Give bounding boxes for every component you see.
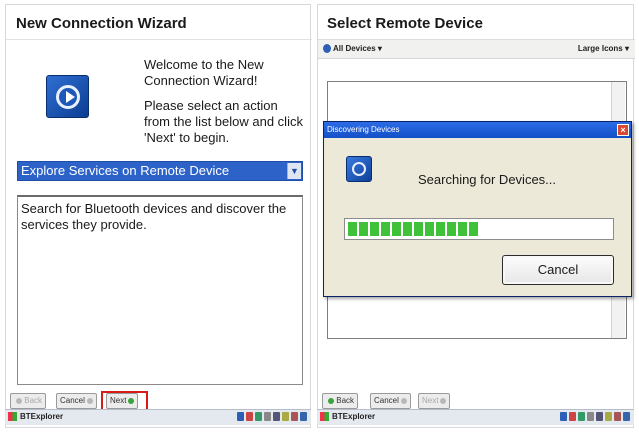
tray-icon[interactable] [569, 412, 576, 421]
action-description: Search for Bluetooth devices and discove… [17, 195, 303, 385]
device-filter-dropdown[interactable]: All Devices ▾ [323, 40, 382, 58]
discovering-devices-dialog: Discovering Devices × Searching for Devi… [323, 121, 632, 297]
wizard-title: New Connection Wizard [16, 15, 187, 32]
cancel-icon [86, 397, 93, 404]
tray-icon[interactable] [300, 412, 307, 421]
tray-icon[interactable] [578, 412, 585, 421]
cancel-icon [400, 397, 407, 404]
tray-icon[interactable] [246, 412, 253, 421]
title-divider [6, 39, 312, 40]
tray-icon[interactable] [614, 412, 621, 421]
bluetooth-wizard-icon [46, 75, 89, 118]
cancel-button[interactable]: Cancel [56, 393, 97, 409]
start-flag-icon [320, 412, 329, 422]
tray-icon[interactable] [623, 412, 630, 421]
chevron-down-icon[interactable]: ▼ [287, 163, 301, 179]
next-arrow-icon [440, 397, 447, 404]
cancel-button[interactable]: Cancel [370, 393, 411, 409]
dialog-title: Discovering Devices [324, 122, 631, 138]
tray-icon[interactable] [605, 412, 612, 421]
taskbar-app[interactable]: BTExplorer [320, 410, 375, 424]
back-arrow-icon [328, 397, 334, 404]
bluetooth-tray-icon[interactable] [237, 412, 244, 421]
tray-icon[interactable] [282, 412, 289, 421]
welcome-text: Welcome to the New Connection Wizard! [144, 57, 264, 88]
next-button-highlight [101, 391, 148, 411]
tray-icon[interactable] [291, 412, 298, 421]
tray-icon[interactable] [587, 412, 594, 421]
bluetooth-icon [323, 44, 331, 54]
dialog-cancel-button[interactable]: Cancel [502, 255, 614, 285]
taskbar-app[interactable]: BTExplorer [8, 410, 63, 424]
search-progress-bar [344, 218, 614, 240]
view-mode-dropdown[interactable]: Large Icons ▾ [578, 40, 629, 58]
tray-icon[interactable] [596, 412, 603, 421]
tray-icon[interactable] [264, 412, 271, 421]
back-button[interactable]: Back [322, 393, 359, 409]
back-button[interactable]: Back [10, 393, 47, 409]
searching-message: Searching for Devices... [418, 172, 557, 187]
close-icon[interactable]: × [617, 124, 629, 136]
bluetooth-search-icon [346, 156, 372, 182]
start-flag-icon [8, 412, 17, 422]
progress-fill [348, 222, 479, 236]
tray-icon[interactable] [255, 412, 262, 421]
next-button[interactable]: Next [418, 393, 451, 409]
taskbar-right: BTExplorer [317, 409, 634, 425]
action-select[interactable]: Explore Services on Remote Device ▼ [17, 161, 303, 181]
bluetooth-tray-icon[interactable] [560, 412, 567, 421]
system-tray [560, 412, 630, 421]
back-arrow-icon [16, 397, 22, 404]
instruction-text: Please select an action from the list be… [144, 98, 303, 145]
select-remote-device-window: Select Remote Device All Devices ▾ Large… [317, 4, 635, 428]
device-toolbar: All Devices ▾ Large Icons ▾ [318, 39, 635, 59]
system-tray [237, 412, 307, 421]
taskbar-left: BTExplorer [5, 409, 311, 425]
tray-icon[interactable] [273, 412, 280, 421]
action-select-value: Explore Services on Remote Device [21, 163, 230, 178]
page-title: Select Remote Device [327, 15, 483, 32]
new-connection-wizard: New Connection Wizard Welcome to the New… [5, 4, 312, 428]
